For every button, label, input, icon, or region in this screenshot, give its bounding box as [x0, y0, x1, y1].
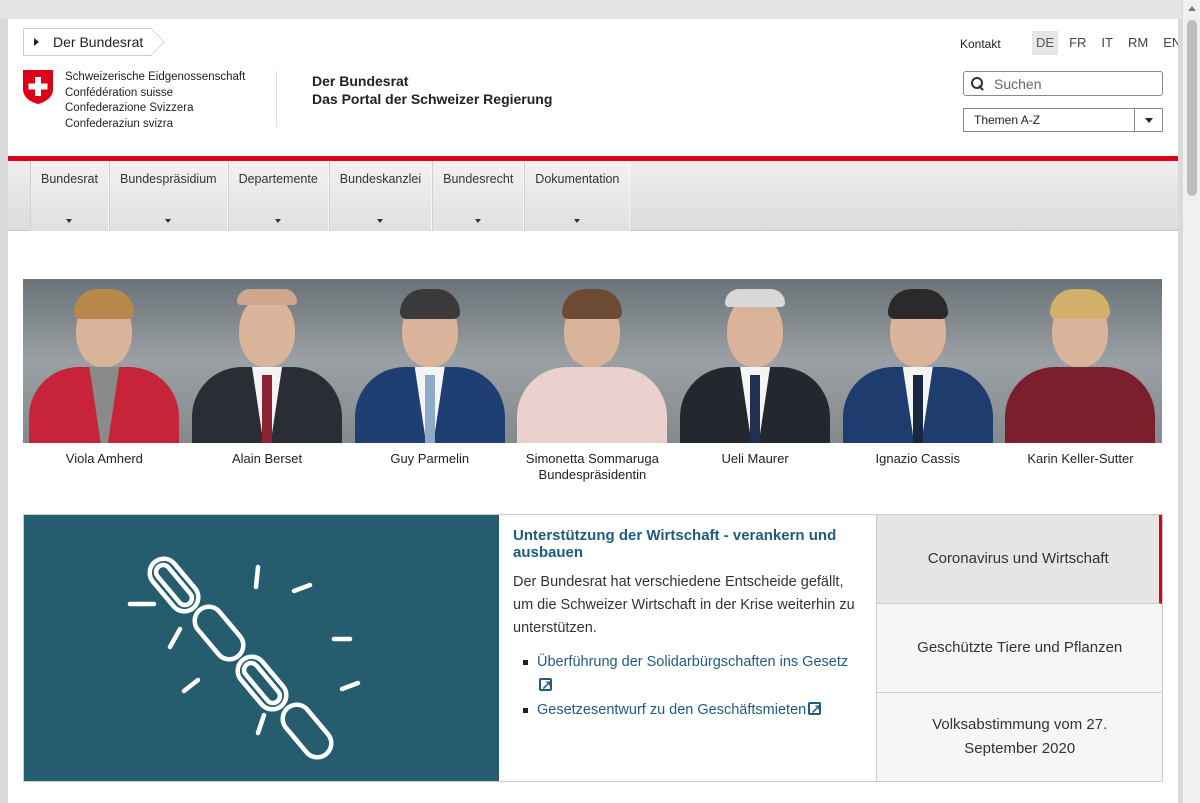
header-divider: [276, 71, 277, 127]
chevron-down-icon[interactable]: [1134, 109, 1162, 131]
tab-geschuetzte-tiere[interactable]: Geschützte Tiere und Pflanzen: [877, 604, 1162, 693]
nav-item-label: Bundespräsidium: [119, 172, 217, 186]
contact-link[interactable]: Kontakt: [960, 37, 1001, 51]
council-member-photo[interactable]: [23, 279, 186, 443]
council-member-names: Viola Amherd Alain Berset Guy Parmelin S…: [23, 451, 1162, 483]
council-member-name[interactable]: Karin Keller-Sutter: [999, 451, 1162, 483]
lang-rm[interactable]: RM: [1124, 31, 1152, 55]
lang-it[interactable]: IT: [1097, 31, 1117, 55]
federal-council-photo[interactable]: [23, 279, 1162, 443]
feature-title[interactable]: Unterstützung der Wirtschaft - verankern…: [513, 527, 860, 561]
main-navigation: Bundesrat Bundespräsidium Departemente B…: [8, 161, 1178, 231]
feature-image[interactable]: [24, 515, 499, 781]
scrollbar[interactable]: [1182, 0, 1200, 803]
council-member-name[interactable]: Ignazio Cassis: [836, 451, 999, 483]
council-member-photo[interactable]: [999, 279, 1162, 443]
feature-link[interactable]: Überführung der Solidarbürgschaften ins …: [513, 650, 860, 698]
council-member-name[interactable]: Simonetta Sommaruga Bundespräsidentin: [511, 451, 674, 483]
caret-down-icon: [275, 219, 282, 223]
confederation-name-fr: Confédération suisse: [65, 86, 174, 99]
search-box: [963, 71, 1163, 96]
caret-right-icon: [34, 38, 39, 46]
nav-item-dokumentation[interactable]: Dokumentation: [524, 161, 631, 231]
nav-item-label: Bundesrat: [41, 172, 98, 186]
feature-text: Unterstützung der Wirtschaft - verankern…: [499, 515, 876, 781]
council-member-name[interactable]: Viola Amherd: [23, 451, 186, 483]
council-member-name[interactable]: Ueli Maurer: [674, 451, 837, 483]
caret-down-icon: [574, 219, 581, 223]
nav-item-label: Departemente: [238, 172, 318, 186]
breadcrumb-label: Der Bundesrat: [53, 34, 144, 50]
confederation-name-de: Schweizerische Eidgenossenschaft: [65, 71, 246, 83]
topics-select-label: Themen A-Z: [974, 113, 1041, 127]
nav-item-bundesrecht[interactable]: Bundesrecht: [432, 161, 525, 231]
council-member-photo[interactable]: [674, 279, 837, 443]
browser-top-strip: [0, 0, 1200, 19]
broken-chain-icon: [127, 556, 361, 760]
feature-description: Der Bundesrat hat verschiedene Entscheid…: [513, 574, 855, 636]
nav-item-label: Bundeskanzlei: [339, 172, 422, 186]
tab-coronavirus-wirtschaft[interactable]: Coronavirus und Wirtschaft: [877, 515, 1162, 604]
scrollbar-thumb[interactable]: [1187, 20, 1197, 196]
caret-down-icon: [165, 219, 172, 223]
feature-links: Überführung der Solidarbürgschaften ins …: [513, 650, 860, 722]
search-icon[interactable]: [970, 76, 986, 92]
confederation-name-rm: Confederaziun svizra: [65, 117, 174, 130]
lang-en[interactable]: EN: [1159, 31, 1178, 55]
nav-item-bundeskanzlei[interactable]: Bundeskanzlei: [328, 161, 433, 231]
council-member-name[interactable]: Alain Berset: [186, 451, 349, 483]
portal-title-main: Der Bundesrat: [312, 73, 409, 89]
swiss-cross-logo-icon[interactable]: [22, 69, 54, 105]
nav-item-label: Bundesrecht: [443, 172, 514, 186]
confederation-names: Schweizerische Eidgenossenschaft Confédé…: [65, 70, 245, 132]
external-link-icon: [808, 698, 822, 722]
feature-link[interactable]: Gesetzesentwurf zu den Geschäftsmieten: [513, 698, 860, 722]
page: Der Bundesrat Schweizerische Eidgenossen…: [8, 19, 1178, 803]
council-member-photo[interactable]: [186, 279, 349, 443]
nav-item-departemente[interactable]: Departemente: [227, 161, 329, 231]
nav-item-bundespraesidium[interactable]: Bundespräsidium: [108, 161, 228, 231]
scroll-up-icon[interactable]: [1188, 6, 1196, 11]
caret-down-icon: [475, 219, 482, 223]
external-link-icon: [539, 674, 552, 698]
council-member-photo[interactable]: [348, 279, 511, 443]
nav-item-label: Dokumentation: [535, 172, 620, 186]
caret-down-icon: [377, 219, 384, 223]
language-switcher: DE FR IT RM EN: [1032, 31, 1178, 55]
tab-volksabstimmung[interactable]: Volksabstimmung vom 27. September 2020: [877, 693, 1162, 781]
nav-item-bundesrat[interactable]: Bundesrat: [30, 161, 109, 231]
council-member-photo[interactable]: [511, 279, 674, 443]
feature-tabs: Coronavirus und Wirtschaft Geschützte Ti…: [876, 515, 1162, 781]
portal-title[interactable]: Der Bundesrat Das Portal der Schweizer R…: [312, 72, 552, 108]
lang-de[interactable]: DE: [1032, 31, 1059, 55]
lang-fr[interactable]: FR: [1065, 31, 1090, 55]
search-input[interactable]: [994, 75, 1154, 92]
council-member-name[interactable]: Guy Parmelin: [348, 451, 511, 483]
feature-carousel: Unterstützung der Wirtschaft - verankern…: [23, 514, 1163, 782]
topics-select[interactable]: Themen A-Z: [963, 108, 1163, 132]
breadcrumb[interactable]: Der Bundesrat: [23, 28, 165, 56]
portal-title-sub: Das Portal der Schweizer Regierung: [312, 91, 553, 107]
caret-down-icon: [66, 219, 73, 223]
confederation-name-it: Confederazione Svizzera: [65, 102, 194, 114]
council-member-photo[interactable]: [836, 279, 999, 443]
